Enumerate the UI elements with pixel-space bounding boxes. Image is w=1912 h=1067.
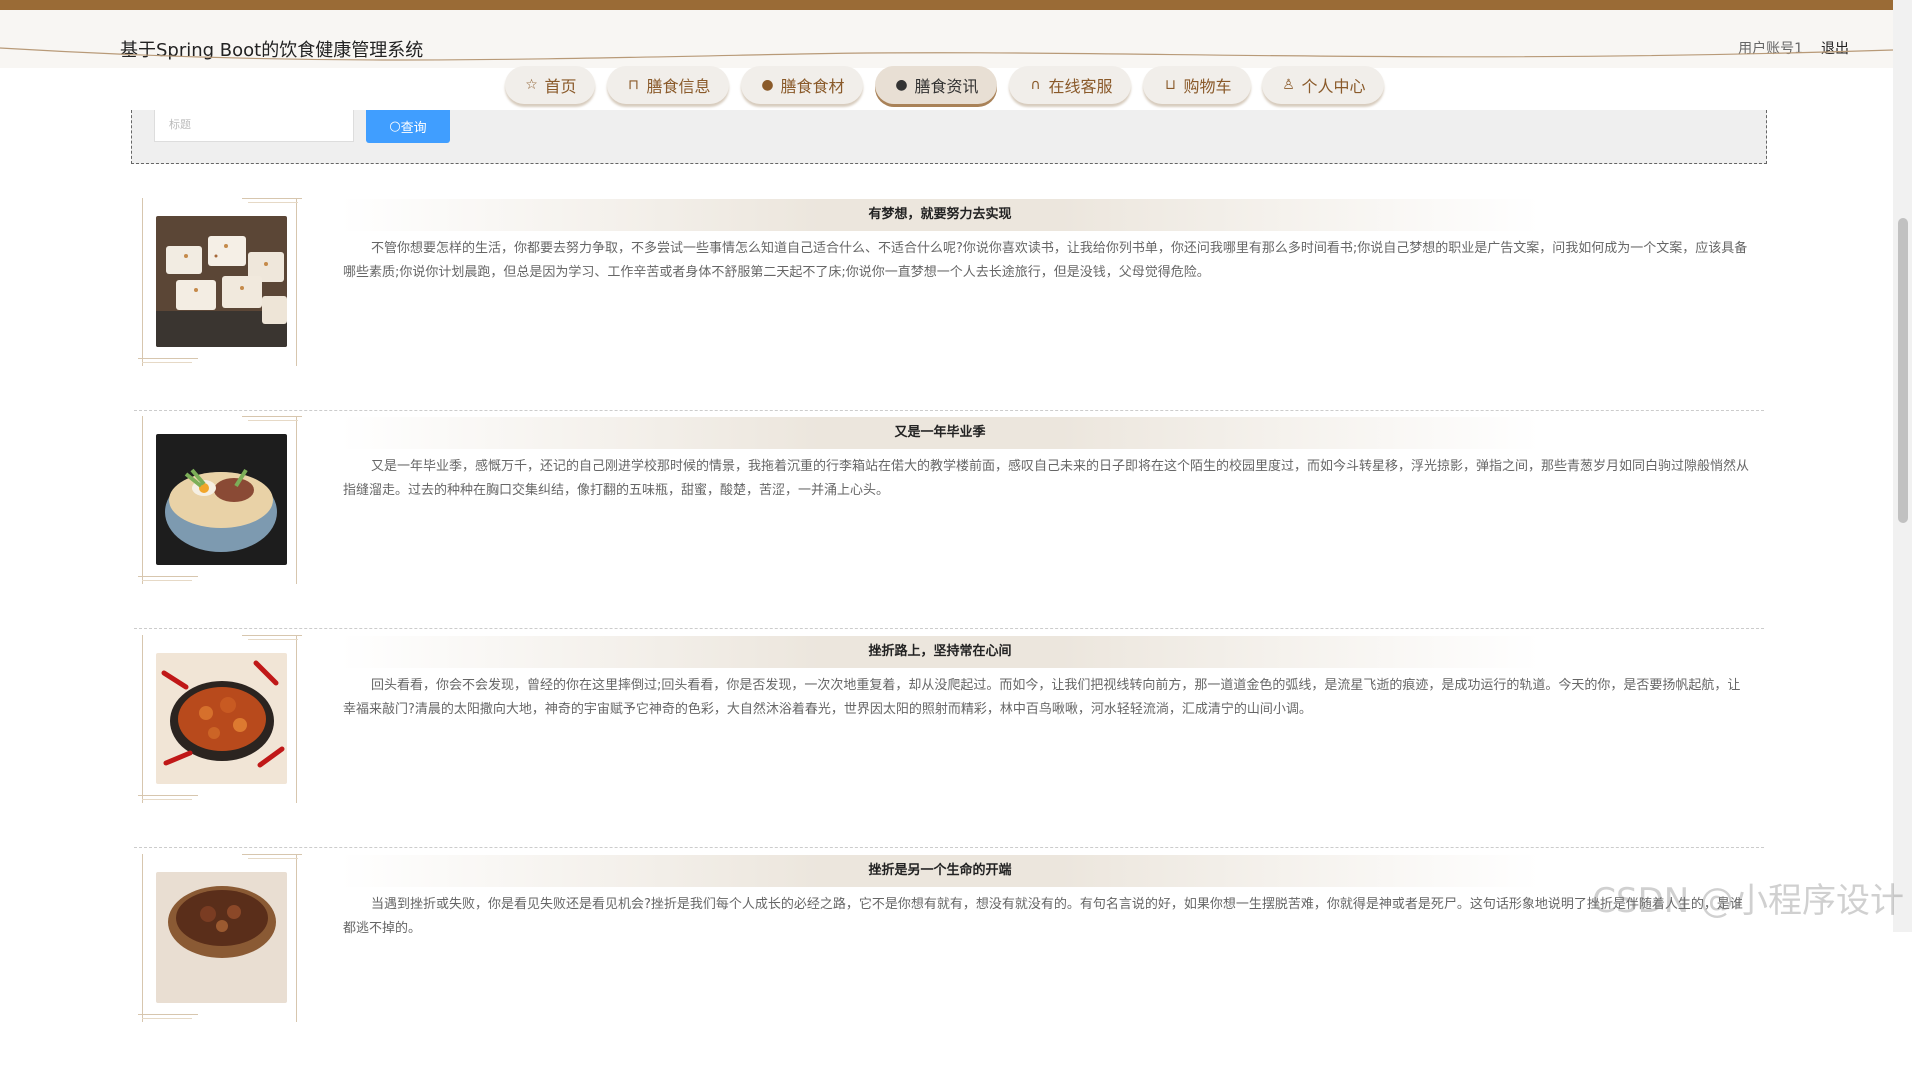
- list-item: 挫折路上，坚持常在心间 回头看看，你会不会发现，曾经的你在这里摔倒过;回头看看，…: [134, 630, 1764, 848]
- nav-item-ingredients[interactable]: ● 膳食食材: [741, 66, 863, 104]
- info-circle-icon: ●: [759, 77, 775, 93]
- star-icon: ☆: [523, 77, 539, 93]
- article-summary: 又是一年毕业季，感慨万千，还记的自己刚进学校那时候的情景，我拖着沉重的行李箱站在…: [343, 455, 1753, 503]
- nav-label: 首页: [544, 73, 576, 97]
- nav-item-cart[interactable]: ⊔ 购物车: [1143, 66, 1251, 104]
- list-item: 挫折是另一个生命的开端 当遇到挫折或失败，你是看见失败还是看见机会?挫折是我们每…: [134, 849, 1764, 1067]
- search-button[interactable]: ○ 查询: [366, 110, 450, 143]
- nav-label: 膳食资讯: [914, 73, 978, 97]
- cart-icon: ⊔: [1162, 77, 1178, 93]
- article-thumbnail: [156, 434, 287, 565]
- top-accent-bar: [0, 0, 1912, 10]
- divider: [134, 847, 1764, 848]
- article-thumbnail-frame[interactable]: [138, 854, 298, 1022]
- list-item: 有梦想，就要努力去实现 不管你想要怎样的生活，你都要去努力争取，不多尝试一些事情…: [134, 193, 1764, 411]
- bag-icon: ⊓: [625, 77, 641, 93]
- nav-item-customer-service[interactable]: ∩ 在线客服: [1009, 66, 1131, 104]
- article-summary: 不管你想要怎样的生活，你都要去努力争取，不多尝试一些事情怎么知道自己适合什么、不…: [343, 237, 1753, 285]
- article-title[interactable]: 挫折是另一个生命的开端: [340, 855, 1540, 887]
- search-button-label: 查询: [401, 117, 427, 136]
- nav-label: 个人中心: [1301, 73, 1365, 97]
- article-thumbnail-frame[interactable]: [138, 635, 298, 803]
- page-scrollbar[interactable]: [1893, 0, 1912, 932]
- nav-label: 购物车: [1183, 73, 1231, 97]
- article-title[interactable]: 又是一年毕业季: [340, 417, 1540, 449]
- search-icon: ○: [389, 119, 400, 134]
- article-title[interactable]: 挫折路上，坚持常在心间: [340, 636, 1540, 668]
- list-item: 又是一年毕业季 又是一年毕业季，感慨万千，还记的自己刚进学校那时候的情景，我拖着…: [134, 411, 1764, 629]
- search-input[interactable]: 标题: [154, 110, 354, 142]
- nav-item-meal-info[interactable]: ⊓ 膳食信息: [607, 66, 729, 104]
- article-thumbnail: [156, 872, 287, 1003]
- article-thumbnail-frame[interactable]: [138, 198, 298, 366]
- article-summary: 当遇到挫折或失败，你是看见失败还是看见机会?挫折是我们每个人成长的必经之路，它不…: [343, 893, 1753, 941]
- nav-item-news[interactable]: ● 膳食资讯: [875, 66, 997, 104]
- article-summary: 回头看看，你会不会发现，曾经的你在这里摔倒过;回头看看，你是否发现，一次次地重复…: [343, 674, 1753, 722]
- article-thumbnail-frame[interactable]: [138, 416, 298, 584]
- watermark: CSDN @小程序设计: [1592, 873, 1904, 922]
- scrollbar-thumb[interactable]: [1898, 218, 1908, 523]
- article-thumbnail: [156, 216, 287, 347]
- main-nav: ☆ 首页 ⊓ 膳食信息 ● 膳食食材 ● 膳食资讯 ∩ 在线客服 ⊔ 购物车 ♙…: [0, 66, 1893, 110]
- user-icon: ♙: [1280, 77, 1296, 93]
- headset-icon: ∩: [1027, 77, 1043, 93]
- search-panel: 标题 ○ 查询: [131, 110, 1767, 164]
- divider: [134, 628, 1764, 629]
- nav-label: 膳食食材: [780, 73, 844, 97]
- help-circle-icon: ●: [893, 77, 909, 93]
- nav-label: 膳食信息: [646, 73, 710, 97]
- article-title[interactable]: 有梦想，就要努力去实现: [340, 199, 1540, 231]
- article-thumbnail: [156, 653, 287, 784]
- nav-label: 在线客服: [1048, 73, 1112, 97]
- nav-item-profile[interactable]: ♙ 个人中心: [1262, 66, 1384, 104]
- nav-item-home[interactable]: ☆ 首页: [505, 66, 595, 104]
